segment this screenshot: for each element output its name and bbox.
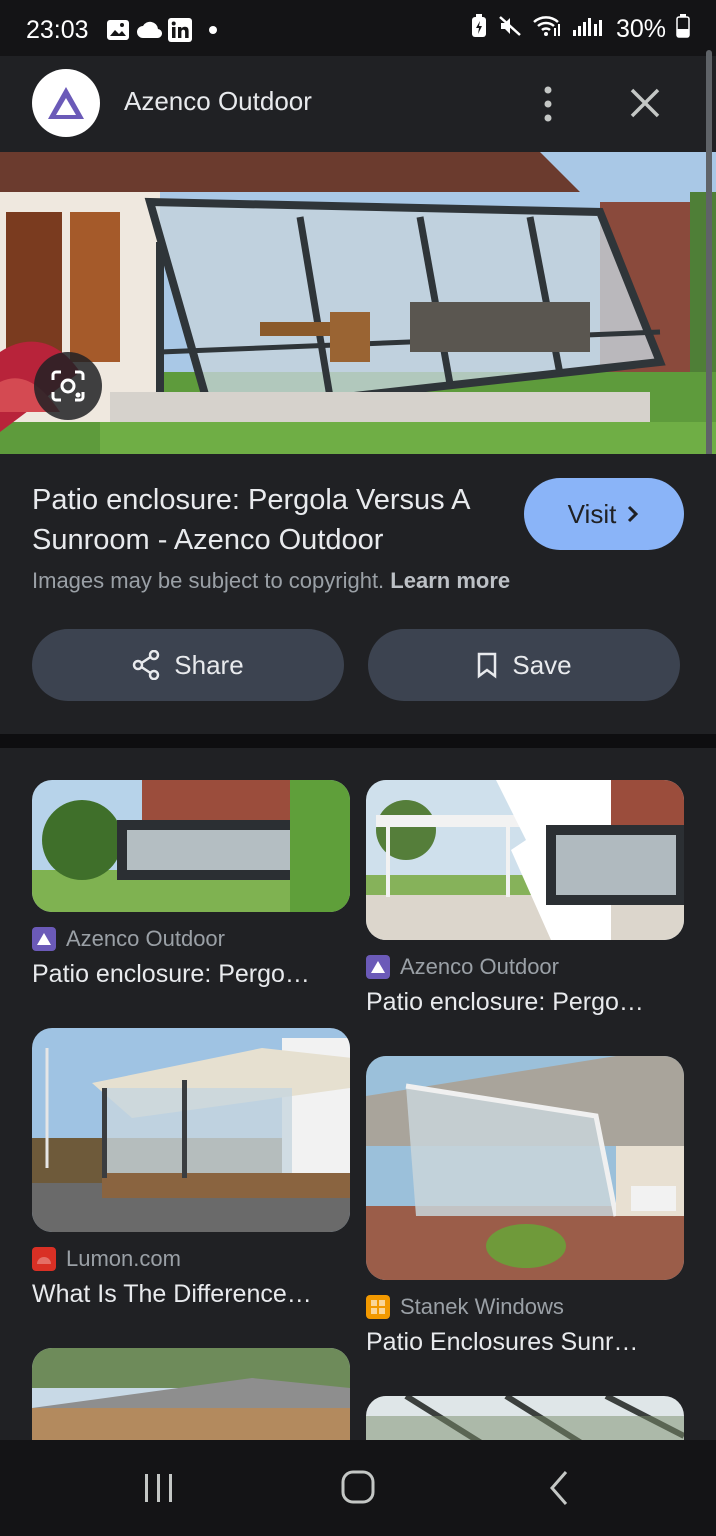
visit-button[interactable]: Visit	[524, 478, 684, 550]
related-source: Azenco Outdoor	[32, 926, 350, 952]
related-card-partial[interactable]	[32, 1348, 350, 1440]
section-divider	[0, 734, 716, 748]
wifi-icon	[532, 14, 562, 45]
lens-button[interactable]	[34, 352, 102, 420]
related-card[interactable]: Azenco Outdoor Patio enclosure: Pergo…	[32, 780, 350, 989]
related-thumbnail[interactable]	[366, 780, 684, 940]
status-right: 30%	[470, 14, 690, 45]
related-source: Lumon.com	[32, 1246, 350, 1272]
related-caption: Patio enclosure: Pergo…	[32, 960, 310, 988]
related-card-partial[interactable]	[366, 1396, 684, 1440]
system-nav-bar	[0, 1440, 716, 1536]
related-card[interactable]: Stanek Windows Patio Enclosures Sunr…	[366, 1056, 684, 1357]
related-caption: What Is The Difference…	[32, 1280, 312, 1308]
related-source: Azenco Outdoor	[366, 954, 684, 980]
save-label: Save	[512, 649, 572, 680]
save-button[interactable]: Save	[368, 629, 680, 701]
azenco-favicon-icon	[32, 927, 56, 951]
chevron-right-icon	[628, 505, 639, 523]
battery-icon	[676, 14, 690, 45]
share-icon	[133, 650, 160, 680]
related-source-name: Stanek Windows	[400, 1294, 564, 1319]
stanek-favicon-icon	[366, 1295, 390, 1319]
azenco-favicon-icon	[366, 955, 390, 979]
battery-text: 30%	[615, 15, 666, 43]
gallery-icon	[106, 18, 130, 42]
notification-dot-icon	[208, 18, 218, 42]
mute-icon	[498, 14, 522, 45]
share-label: Share	[174, 649, 244, 680]
related-images-grid: Azenco Outdoor Patio enclosure: Pergo… A…	[0, 748, 716, 1440]
site-title[interactable]: Azenco Outdoor	[124, 86, 312, 117]
battery-saver-icon	[470, 14, 488, 45]
bookmark-icon	[478, 652, 497, 679]
related-source-name: Azenco Outdoor	[66, 926, 225, 951]
close-icon[interactable]	[624, 82, 666, 124]
site-logo[interactable]	[32, 69, 100, 137]
related-thumbnail[interactable]	[32, 780, 350, 912]
related-thumbnail[interactable]	[366, 1056, 684, 1280]
result-image[interactable]	[0, 152, 716, 454]
viewer-header: Azenco Outdoor	[0, 56, 716, 152]
related-source-name: Lumon.com	[66, 1246, 181, 1271]
status-time: 23:03	[26, 16, 89, 44]
related-caption: Patio enclosure: Pergo…	[366, 988, 644, 1016]
visit-label: Visit	[567, 498, 617, 529]
lens-icon	[51, 370, 85, 402]
related-thumbnail[interactable]	[32, 1028, 350, 1232]
related-thumbnail[interactable]	[32, 1348, 350, 1440]
linkedin-icon	[168, 18, 192, 42]
related-card[interactable]: Azenco Outdoor Patio enclosure: Pergo…	[366, 780, 684, 1017]
home-icon[interactable]	[333, 1466, 383, 1510]
share-button[interactable]: Share	[32, 629, 344, 701]
signal-icon	[572, 14, 606, 45]
recents-icon[interactable]	[134, 1466, 184, 1510]
cloud-icon	[136, 18, 162, 42]
more-vert-icon[interactable]	[530, 84, 566, 124]
related-thumbnail[interactable]	[366, 1396, 684, 1440]
result-info-panel: Patio enclosure: Pergola Versus A Sunroo…	[0, 454, 716, 734]
result-title[interactable]: Patio enclosure: Pergola Versus A Sunroo…	[32, 480, 502, 560]
learn-more-link[interactable]: Learn more	[390, 568, 510, 593]
status-bar: 23:03 30%	[0, 0, 716, 56]
back-icon[interactable]	[536, 1466, 586, 1510]
lumon-favicon-icon	[32, 1247, 56, 1271]
azenco-logo-icon	[48, 87, 84, 119]
related-card[interactable]: Lumon.com What Is The Difference…	[32, 1028, 350, 1309]
related-caption: Patio Enclosures Sunr…	[366, 1328, 639, 1356]
copyright-text: Images may be subject to copyright.	[32, 568, 385, 593]
related-source-name: Azenco Outdoor	[400, 954, 559, 979]
related-source: Stanek Windows	[366, 1294, 684, 1320]
copyright-notice: Images may be subject to copyright. Lear…	[32, 568, 510, 594]
